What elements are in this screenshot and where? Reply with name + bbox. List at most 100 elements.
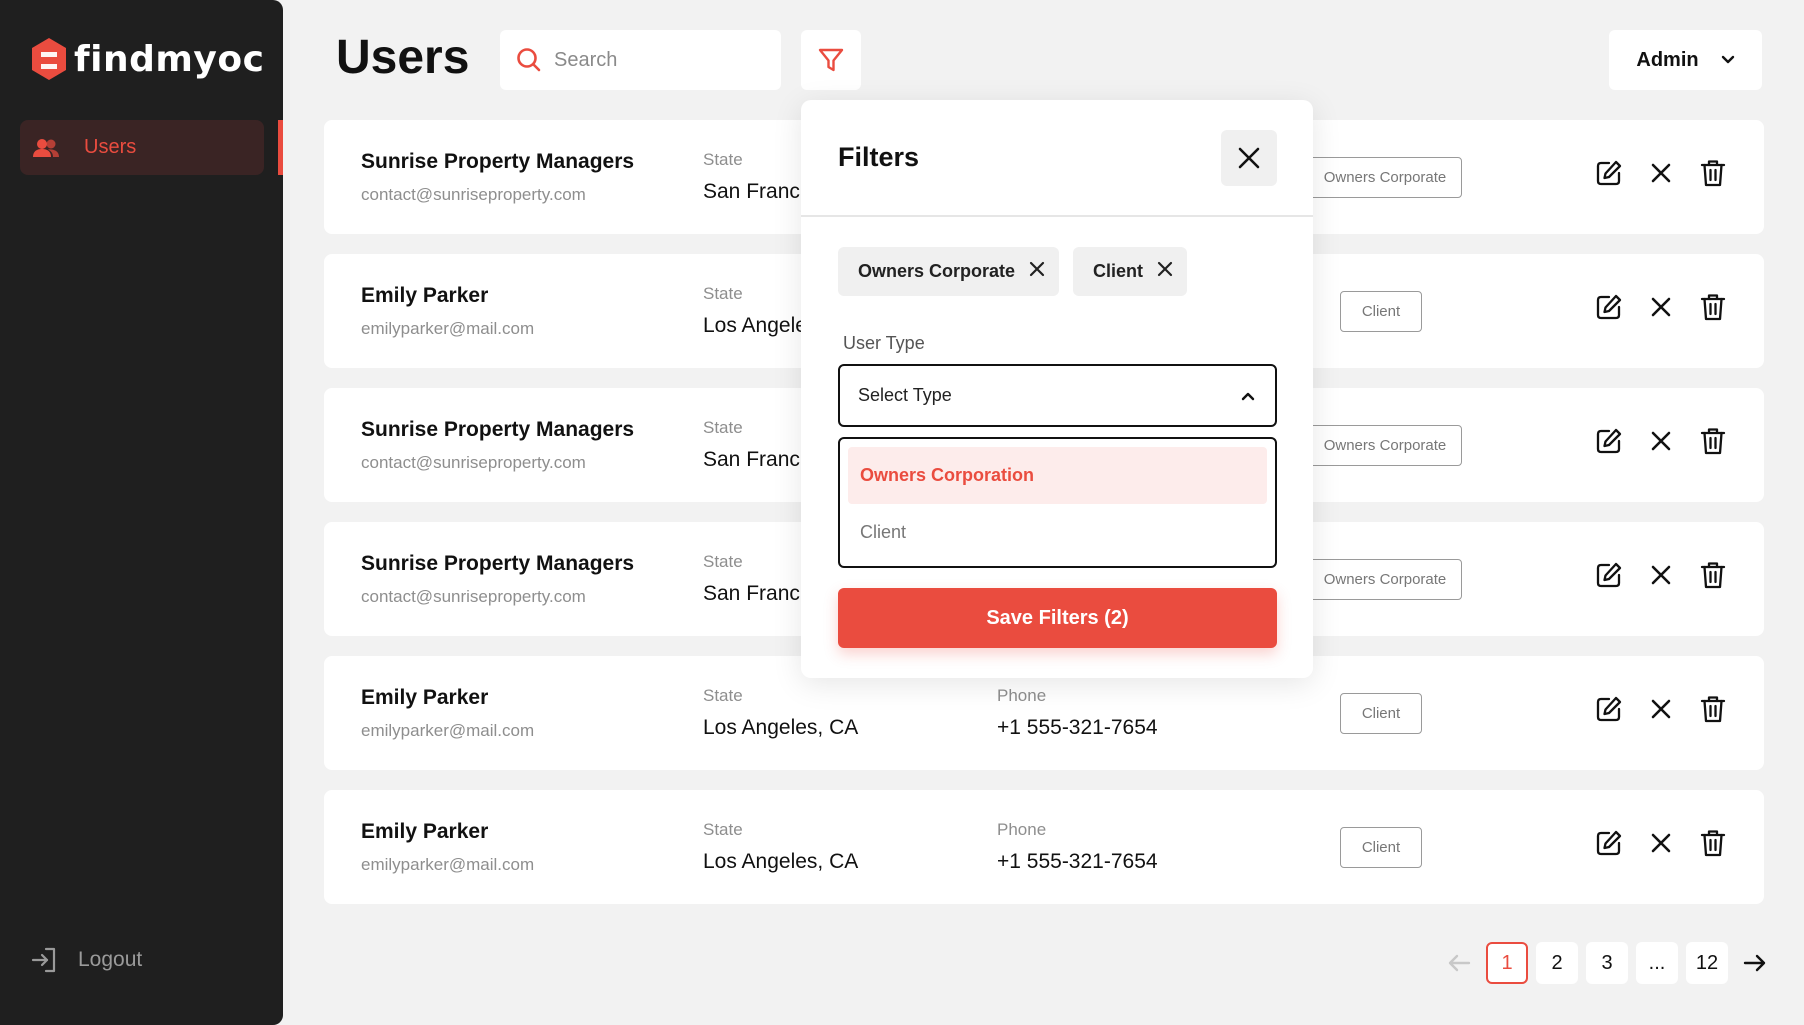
option-owners-corporation[interactable]: Owners Corporation [848,447,1267,504]
delete-button[interactable] [1698,292,1728,322]
edit-icon [1596,696,1622,722]
row-actions [1594,560,1728,590]
reject-button[interactable] [1646,158,1676,188]
option-client[interactable]: Client [848,504,1267,561]
filter-chip: Client [1073,247,1188,296]
sidebar: findmyoc Users Logout [0,0,283,1025]
user-email: contact@sunriseproperty.com [361,587,586,606]
page-button[interactable]: 12 [1686,942,1728,984]
edit-button[interactable] [1594,426,1624,456]
row-actions [1594,158,1728,188]
close-icon [1651,565,1671,585]
edit-button[interactable] [1594,560,1624,590]
user-email: contact@sunriseproperty.com [361,185,586,204]
page-title: Users [336,31,470,84]
row-actions [1594,694,1728,724]
filter-chip-label: Owners Corporate [858,261,1016,281]
remove-chip-button[interactable] [1029,261,1045,282]
close-icon [1029,261,1045,277]
reject-button[interactable] [1646,694,1676,724]
user-email: emilyparker@mail.com [361,721,535,740]
edit-button[interactable] [1594,292,1624,322]
close-icon [1651,699,1671,719]
close-icon [1651,163,1671,183]
edit-icon [1596,428,1622,454]
search-input[interactable] [554,48,754,72]
state-label: State [703,150,743,169]
state-label: State [703,820,743,839]
modal-divider [801,215,1313,217]
user-name: Emily Parker [361,284,489,307]
user-row: Emily Parker emilyparker@mail.com State … [324,790,1764,904]
user-type-badge: Client [1340,827,1422,868]
arrow-right-icon [1743,954,1766,972]
logout-button[interactable]: Logout [30,946,142,974]
reject-button[interactable] [1646,426,1676,456]
user-type-label: User Type [843,333,925,353]
state-label: State [703,418,743,437]
close-icon [1651,431,1671,451]
delete-button[interactable] [1698,158,1728,188]
close-icon [1157,261,1173,277]
state-value: Los Angeles, CA [703,850,859,873]
delete-button[interactable] [1698,828,1728,858]
state-label: State [703,284,743,303]
page-list: 1 2 3... 12 [1486,942,1728,984]
save-filters-button[interactable]: Save Filters (2) [838,588,1277,648]
user-type-badge: Client [1340,291,1422,332]
remove-chip-button[interactable] [1157,261,1173,282]
modal-close-button[interactable] [1221,130,1277,186]
chevron-down-icon [1721,55,1734,64]
user-type-select[interactable]: Select Type [838,364,1277,427]
user-name: Sunrise Property Managers [361,150,635,173]
logout-icon [31,947,56,973]
edit-button[interactable] [1594,828,1624,858]
row-actions [1594,426,1728,456]
logout-label: Logout [78,948,143,971]
edit-icon [1596,562,1622,588]
findmyoc-logo-icon [32,38,66,80]
reject-button[interactable] [1646,828,1676,858]
active-filter-chips: Owners Corporate Client [838,247,1188,296]
account-label: Admin [1636,48,1699,71]
filter-chip: Owners Corporate [838,247,1060,296]
user-type-badge: Client [1340,693,1422,734]
page-button[interactable]: 3 [1586,942,1628,984]
account-menu-button[interactable]: Admin [1609,30,1762,90]
filters-modal: Filters Owners Corporate Client User Typ… [801,100,1313,678]
page-ellipsis: ... [1636,942,1678,984]
trash-icon [1700,294,1726,321]
reject-button[interactable] [1646,560,1676,590]
delete-button[interactable] [1698,426,1728,456]
filter-button[interactable] [801,30,861,90]
trash-icon [1700,428,1726,455]
chevron-up-icon [1241,392,1255,400]
user-name: Sunrise Property Managers [361,418,635,441]
trash-icon [1700,160,1726,187]
brand-logo[interactable]: findmyoc [30,36,264,82]
next-page-button[interactable] [1736,942,1774,984]
close-icon [1651,297,1671,317]
user-email: emilyparker@mail.com [361,319,535,338]
modal-title: Filters [838,142,920,172]
delete-button[interactable] [1698,560,1728,590]
pagination: 1 2 3... 12 [1440,942,1774,984]
page-button[interactable]: 2 [1536,942,1578,984]
filter-icon [818,48,844,72]
reject-button[interactable] [1646,292,1676,322]
delete-button[interactable] [1698,694,1728,724]
row-actions [1594,292,1728,322]
page-button[interactable]: 1 [1486,942,1528,984]
prev-page-button[interactable] [1440,942,1478,984]
sidebar-item-users[interactable]: Users [20,120,264,175]
user-type-badge: Owners Corporate [1308,425,1462,466]
close-icon [1651,833,1671,853]
edit-icon [1596,294,1622,320]
user-email: contact@sunriseproperty.com [361,453,586,472]
trash-icon [1700,562,1726,589]
edit-button[interactable] [1594,158,1624,188]
row-actions [1594,828,1728,858]
edit-button[interactable] [1594,694,1624,724]
arrow-left-icon [1448,954,1471,972]
search-box[interactable] [500,30,781,90]
